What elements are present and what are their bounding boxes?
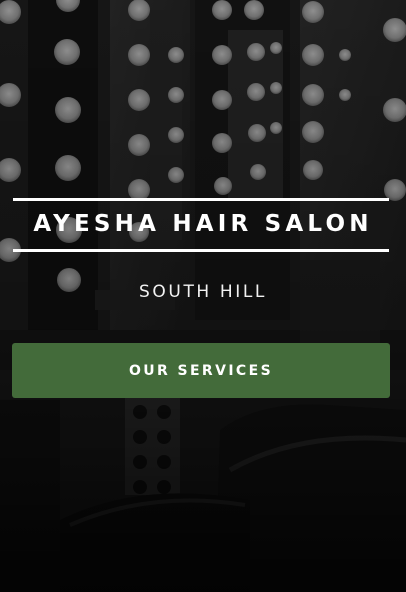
salon-title: AYESHA HAIR SALON xyxy=(33,211,373,237)
salon-location: SOUTH HILL xyxy=(139,282,267,302)
title-bottom-rule xyxy=(13,249,389,252)
title-top-rule xyxy=(13,198,389,201)
our-services-button-label: OUR SERVICES xyxy=(128,362,274,379)
hero-section: AYESHA HAIR SALON SOUTH HILL OUR SERVICE… xyxy=(0,0,406,592)
our-services-button[interactable]: OUR SERVICES xyxy=(12,343,390,398)
